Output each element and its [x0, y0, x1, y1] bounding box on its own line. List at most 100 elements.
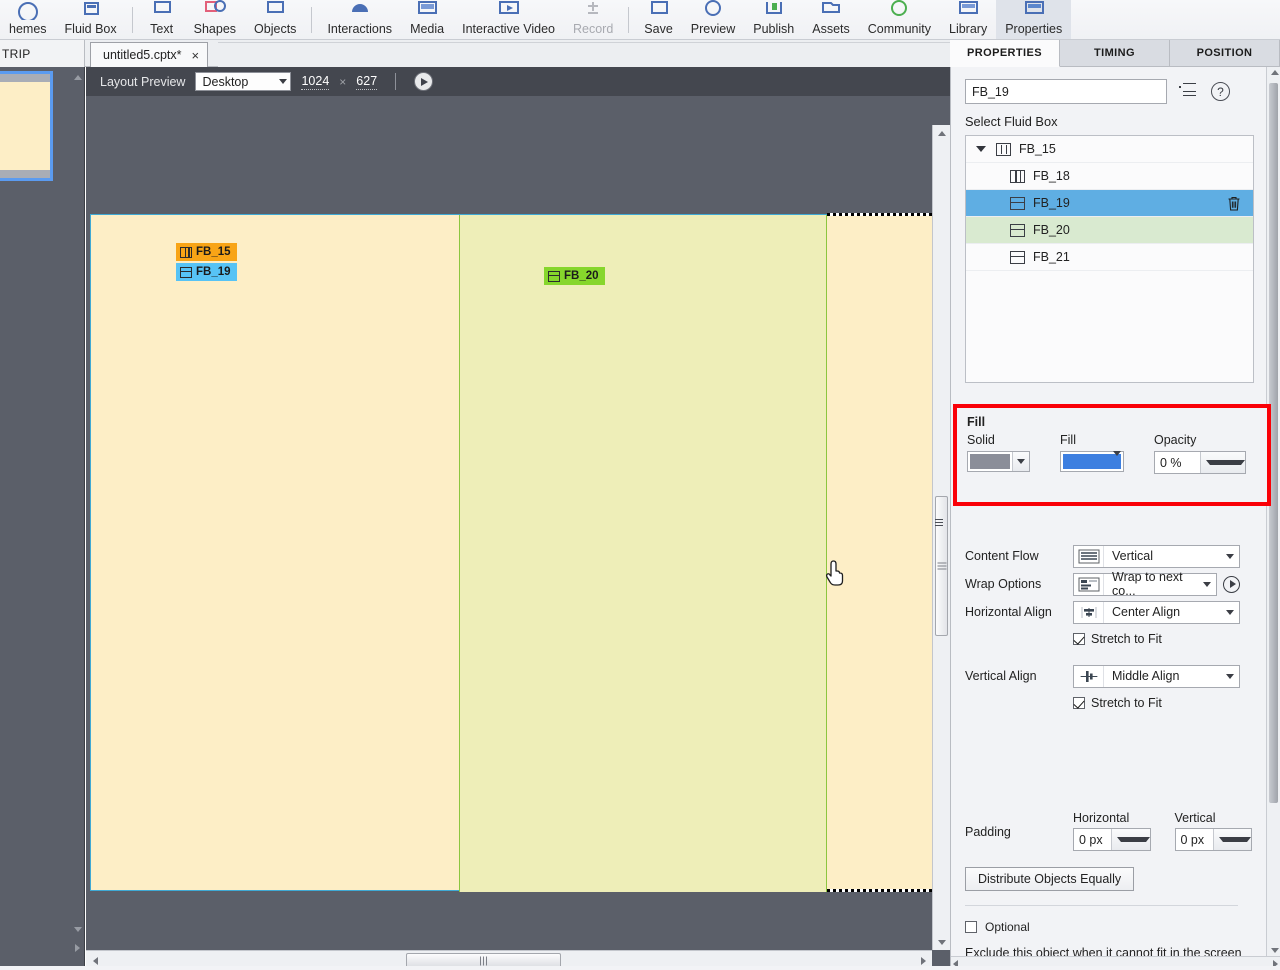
scroll-up-arrow-icon[interactable] [1271, 70, 1279, 75]
scroll-up-arrow-icon[interactable] [933, 125, 951, 141]
device-select[interactable]: Desktop [195, 72, 292, 91]
fill-color-picker[interactable] [1060, 451, 1124, 472]
document-tab-bar: TRIP untitled5.cptx* × PROPERTIES TIMING… [0, 40, 1280, 67]
vertical-align-select[interactable]: Middle Align [1073, 664, 1240, 688]
chevron-down-icon[interactable] [1198, 581, 1216, 587]
properties-panel-tabs: PROPERTIES TIMING POSITION [950, 40, 1280, 67]
interactive-video-icon [495, 0, 523, 20]
horizontal-stretch-label: Stretch to Fit [1091, 632, 1162, 646]
toolbar-item-objects[interactable]: Objects [245, 0, 305, 39]
themes-icon [14, 0, 42, 22]
solid-color-picker[interactable] [967, 451, 1030, 472]
chevron-down-icon[interactable] [1199, 452, 1245, 473]
chevron-down-icon[interactable] [976, 146, 986, 152]
wrap-options-label: Wrap Options [965, 577, 1042, 591]
preview-icon [699, 0, 727, 20]
tab-timing[interactable]: TIMING [1060, 40, 1170, 67]
padding-vertical-input[interactable]: 0 px [1174, 828, 1252, 851]
scroll-down-arrow-icon[interactable] [933, 934, 951, 950]
wrap-preview-play-icon[interactable] [1223, 575, 1240, 593]
toolbar-item-media[interactable]: Media [401, 0, 453, 39]
canvas-workspace[interactable]: FB_15 FB_19 FB_20 [86, 96, 950, 970]
toolbar-item-shapes[interactable]: Shapes [185, 0, 245, 39]
opacity-input[interactable]: 0 % [1154, 451, 1246, 474]
toolbar-divider [311, 7, 313, 33]
toolbar-item-text[interactable]: Text [139, 0, 185, 39]
tree-item-label: FB_18 [1033, 169, 1070, 183]
fluid-box-tag-fb20[interactable]: FB_20 [544, 267, 605, 285]
filmstrip-scrollbar[interactable] [71, 67, 84, 970]
toolbar-item-interactive-video[interactable]: Interactive Video [453, 0, 564, 39]
vertical-align-row: Vertical Align Middle Align [965, 662, 1240, 690]
trash-icon[interactable] [1227, 196, 1241, 211]
toolbar-item-fluid-box[interactable]: Fluid Box [56, 0, 126, 39]
tree-item-fb19[interactable]: FB_19 [966, 190, 1253, 217]
select-fluid-box-label: Select Fluid Box [965, 114, 1058, 129]
canvas-vertical-scrollbar[interactable] [932, 125, 950, 950]
tab-position[interactable]: POSITION [1170, 40, 1280, 67]
object-name-input[interactable]: FB_19 [965, 79, 1167, 104]
layout-width-field[interactable]: 1024 [301, 74, 330, 90]
fluid-box-tag-fb19[interactable]: FB_19 [176, 263, 237, 281]
vertical-align-value: Middle Align [1112, 669, 1180, 683]
content-flow-select[interactable]: Vertical [1073, 544, 1240, 568]
close-icon[interactable]: × [192, 48, 200, 63]
chevron-down-icon[interactable] [1212, 829, 1251, 850]
optional-checkbox[interactable] [965, 921, 977, 933]
fluid-box-tag-fb15[interactable]: FB_15 [176, 243, 237, 261]
toolbar-item-properties[interactable]: Properties [996, 0, 1072, 39]
toolbar-item-save[interactable]: Save [635, 0, 682, 39]
chevron-down-icon[interactable] [1012, 452, 1029, 471]
tree-item-fb18[interactable]: FB_18 [966, 163, 1253, 190]
layout-height-field[interactable]: 627 [356, 74, 378, 90]
slide-stage[interactable] [90, 213, 937, 892]
toolbar-item-community[interactable]: Community [859, 0, 940, 39]
layout-preview-label: Layout Preview [100, 74, 186, 89]
horizontal-align-select[interactable]: Center Align [1073, 600, 1240, 624]
flyout-menu-icon[interactable] [1179, 82, 1199, 101]
toolbar-item-publish[interactable]: Publish [744, 0, 803, 39]
panel-splitter-handle[interactable] [934, 510, 944, 536]
slide-thumbnail[interactable] [0, 71, 53, 181]
tree-item-fb20[interactable]: FB_20 [966, 217, 1253, 244]
properties-vertical-scrollbar[interactable] [1266, 67, 1280, 956]
distribute-objects-equally-button[interactable]: Distribute Objects Equally [965, 867, 1135, 891]
tree-item-label: FB_15 [1019, 142, 1056, 156]
horizontal-stretch-checkbox[interactable] [1073, 633, 1085, 645]
play-icon[interactable] [414, 72, 434, 91]
community-icon [885, 0, 913, 20]
tree-item-label: FB_19 [1033, 196, 1070, 210]
toolbar-item-record[interactable]: Record [564, 0, 622, 39]
fluid-box-fb20-region[interactable] [459, 215, 827, 892]
tree-item-fb21[interactable]: FB_21 [966, 244, 1253, 271]
padding-horizontal-input[interactable]: 0 px [1073, 828, 1151, 851]
help-icon[interactable]: ? [1211, 82, 1230, 101]
fluid-box-tree[interactable]: FB_15 FB_18 FB_19 FB_20 FB_21 [965, 135, 1254, 383]
toolbar-item-assets[interactable]: Assets [803, 0, 859, 39]
horizontal-lines-icon [1074, 545, 1104, 567]
tab-properties[interactable]: PROPERTIES [950, 40, 1060, 67]
wrap-options-select[interactable]: Wrap to next co... [1073, 570, 1217, 598]
scroll-down-arrow-icon[interactable] [1271, 948, 1279, 953]
grid-columns-icon [996, 142, 1011, 156]
slide-thumb-bottom-bar [0, 170, 50, 178]
chevron-down-icon[interactable] [1221, 673, 1239, 679]
toolbar-item-library[interactable]: Library [940, 0, 996, 39]
document-tab[interactable]: untitled5.cptx* × [90, 42, 209, 67]
columns-icon [1010, 169, 1025, 183]
scroll-down-arrow-icon[interactable] [74, 927, 82, 932]
exclude-description: Exclude this object when it cannot fit i… [965, 946, 1242, 956]
toolbar-item-themes[interactable]: hemes [0, 0, 56, 39]
scroll-right-arrow-icon[interactable] [75, 944, 80, 952]
chevron-down-icon[interactable] [1111, 829, 1150, 850]
toolbar-item-interactions[interactable]: Interactions [318, 0, 401, 39]
chevron-down-icon[interactable] [1221, 553, 1239, 559]
vertical-stretch-checkbox[interactable] [1073, 697, 1085, 709]
tree-item-fb15[interactable]: FB_15 [966, 136, 1253, 163]
properties-panel: FB_19 ? Select Fluid Box FB_15 FB_18 FB_… [950, 67, 1280, 970]
toolbar-item-preview[interactable]: Preview [682, 0, 744, 39]
chevron-down-icon[interactable] [1113, 451, 1121, 470]
toolbar-label: Shapes [193, 22, 237, 36]
scroll-up-arrow-icon[interactable] [74, 75, 82, 80]
chevron-down-icon[interactable] [1221, 609, 1239, 615]
